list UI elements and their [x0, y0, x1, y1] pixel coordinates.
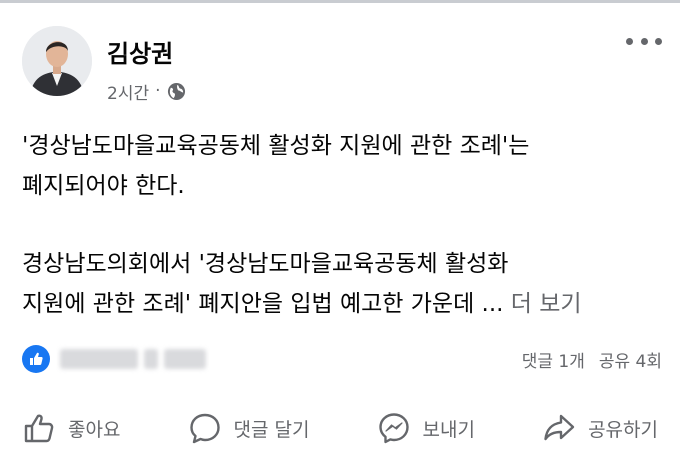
blurred-name: [144, 349, 158, 369]
post-text-line-content: 지원에 관한 조례' 폐지안을 입법 예고한 가운데 ...: [22, 291, 504, 317]
meta-separator: ·: [155, 81, 161, 101]
more-dot: [640, 37, 648, 45]
messenger-icon: [378, 413, 409, 444]
profile-photo: [22, 26, 92, 96]
like-reaction-icon: [22, 345, 50, 373]
comment-button[interactable]: 댓글 달기: [180, 407, 318, 449]
post-text-line: 경상남도의회에서 '경상남도마을교육공동체 활성화: [22, 251, 509, 277]
post-body: '경상남도마을교육공동체 활성화 지원에 관한 조례'는 폐지되어야 한다. 경…: [22, 126, 662, 324]
comment-icon: [189, 413, 220, 444]
more-options-icon[interactable]: [626, 34, 662, 48]
top-divider: [0, 0, 680, 3]
share-label: 공유하기: [588, 418, 658, 441]
action-bar: 좋아요 댓글 달기 보내기 공유하기: [14, 404, 666, 452]
more-dot: [626, 37, 633, 45]
post-text-line: 지원에 관한 조례' 폐지안을 입법 예고한 가운데 ... 더 보기: [22, 284, 662, 324]
reaction-summary: 댓글 1개 공유 4회: [22, 344, 662, 374]
reactions[interactable]: [22, 345, 206, 373]
post-time[interactable]: 2시간: [107, 79, 149, 104]
reactor-names-blurred: [60, 349, 206, 369]
author-name[interactable]: 김상권: [107, 34, 173, 69]
engagement-counts: 댓글 1개 공유 4회: [522, 347, 662, 372]
post-text-line: 폐지되어야 한다.: [22, 173, 185, 199]
comment-count[interactable]: 댓글 1개: [522, 347, 585, 372]
send-button[interactable]: 보내기: [369, 407, 483, 449]
see-more-link[interactable]: 더 보기: [511, 291, 582, 317]
blurred-name: [60, 349, 138, 369]
share-icon: [544, 414, 575, 441]
globe-icon[interactable]: [167, 82, 186, 101]
more-dot: [655, 37, 662, 45]
share-button[interactable]: 공유하기: [534, 407, 666, 449]
post-meta: 2시간 ·: [107, 78, 186, 104]
like-button[interactable]: 좋아요: [14, 407, 128, 449]
post-text-line: '경상남도마을교육공동체 활성화 지원에 관한 조례'는: [22, 133, 530, 159]
send-label: 보내기: [422, 418, 475, 441]
share-count[interactable]: 공유 4회: [599, 347, 662, 372]
like-label: 좋아요: [68, 418, 121, 441]
avatar[interactable]: [22, 26, 92, 96]
comment-label: 댓글 달기: [233, 418, 310, 441]
blurred-name: [164, 349, 206, 369]
thumbs-up-icon: [24, 414, 54, 443]
